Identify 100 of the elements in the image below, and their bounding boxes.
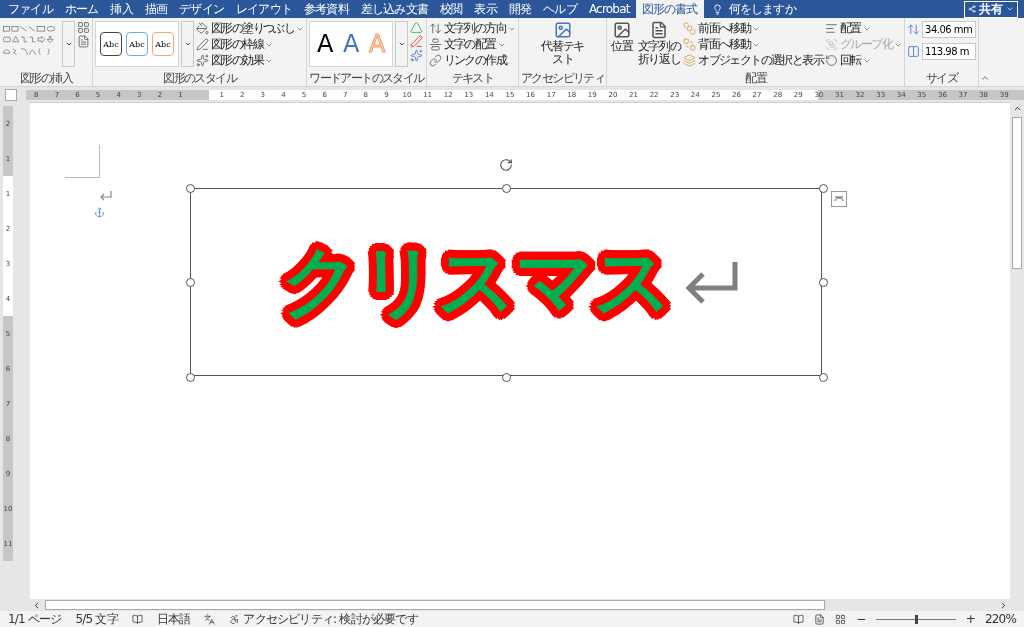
wordart-text: クリスマス [280, 234, 672, 328]
ribbon-tab[interactable]: 表示 [468, 0, 503, 18]
zoom-level[interactable]: 220% [984, 612, 1016, 626]
resize-handle[interactable] [819, 373, 828, 382]
ribbon-tab[interactable]: Acrobat [582, 0, 636, 18]
group-label: ワードアートのスタイル [308, 71, 426, 86]
share-button[interactable]: 共有 [964, 0, 1018, 18]
position-icon [613, 21, 632, 39]
group-label: 図形の挿入 [19, 71, 74, 86]
ribbon-command[interactable]: 背面へ移動 [683, 37, 824, 52]
ribbon-command[interactable]: 配置 [825, 21, 903, 36]
ribbon-command[interactable]: 文字列の方向 [428, 21, 516, 36]
pen-icon [196, 38, 209, 51]
ribbon-command[interactable]: オブジェクトの選択と表示 [683, 53, 824, 68]
share-icon [968, 5, 976, 13]
ribbon-tab[interactable]: レイアウト [230, 0, 299, 18]
group-label: サイズ [924, 71, 959, 86]
ribbon-tab[interactable]: 図形の書式 [635, 0, 704, 18]
ribbon-tab[interactable]: 開発 [502, 0, 538, 18]
group-label: 配置 [744, 71, 768, 86]
ribbon-command[interactable]: 図形の塗りつぶし [196, 21, 305, 36]
collapse-ribbon-icon[interactable] [980, 73, 991, 83]
shape-style-sample[interactable]: Abc [152, 32, 174, 56]
text-effect-icon[interactable] [410, 49, 424, 62]
ribbon-tab[interactable]: ファイル [2, 0, 59, 18]
wrap-text-icon [650, 21, 669, 39]
accessibility-status[interactable]: アクセシビリティ: 検討が必要です [243, 610, 418, 627]
width-field[interactable]: 113.98 m [922, 43, 977, 60]
alt-text-button[interactable]: 代替テキスト [537, 21, 588, 66]
zoom-in-button[interactable]: + [965, 612, 975, 626]
ribbon-command[interactable]: リンクの作成 [428, 53, 516, 68]
ribbon-tab[interactable]: 校閲 [434, 0, 469, 18]
more-icon [183, 40, 192, 48]
tell-me-field[interactable]: 何をしますか [703, 0, 804, 18]
layout-options-icon[interactable] [831, 191, 847, 207]
ribbon-tab[interactable]: デザイン [173, 0, 231, 18]
group-icon [825, 38, 839, 51]
horizontal-scrollbar-thumb[interactable] [45, 600, 825, 610]
zoom-out-button[interactable]: − [856, 612, 866, 626]
link-icon [428, 54, 442, 67]
read-mode-icon[interactable] [793, 613, 805, 625]
wordart-sample[interactable]: A [314, 26, 337, 62]
anchor-icon [94, 207, 105, 218]
print-layout-icon[interactable] [814, 613, 826, 625]
ribbon-big-button[interactable]: 位置 [609, 21, 636, 53]
resize-handle[interactable] [502, 184, 511, 193]
sparkle-icon [196, 54, 209, 67]
rotate-icon [825, 54, 839, 67]
tab-selector[interactable] [5, 88, 17, 101]
text-direction-icon [428, 22, 442, 35]
resize-handle[interactable] [819, 278, 828, 287]
ribbon-tab[interactable]: 参考資料 [298, 0, 355, 18]
rotate-handle[interactable] [499, 158, 513, 172]
vertical-scrollbar-thumb[interactable] [1012, 117, 1022, 269]
wordart-sample[interactable]: A [340, 26, 363, 62]
accessibility-icon [229, 613, 241, 625]
word-count[interactable]: 5/5 文字 [75, 610, 118, 627]
picture-icon [553, 21, 572, 39]
scroll-up-icon[interactable] [1012, 104, 1022, 113]
resize-handle[interactable] [819, 184, 828, 193]
language-status[interactable]: 日本語 [156, 610, 191, 627]
height-icon [907, 23, 921, 36]
resize-handle[interactable] [502, 373, 511, 382]
scroll-left-icon[interactable] [32, 600, 41, 610]
more-icon [64, 40, 73, 48]
ribbon-big-button[interactable]: 文字列の折り返し [637, 21, 682, 66]
scroll-right-icon[interactable] [999, 600, 1008, 610]
text-box-icon[interactable] [77, 35, 90, 48]
ribbon-command[interactable]: 文字の配置 [428, 37, 516, 52]
text-outline-icon[interactable] [410, 35, 424, 48]
paint-bucket-icon [196, 22, 209, 35]
paragraph-mark-icon [685, 260, 739, 304]
ribbon-tab[interactable]: 挿入 [104, 0, 139, 18]
ribbon-tab[interactable]: 差し込み文書 [354, 0, 435, 18]
zoom-slider-thumb[interactable] [914, 614, 918, 624]
align-icon [825, 22, 839, 35]
group-label: 図形のスタイル [162, 71, 238, 86]
caret-icon [1006, 5, 1014, 13]
group-label: テキスト [450, 71, 495, 86]
input-mode-icon[interactable] [204, 613, 216, 625]
shape-style-sample[interactable]: Abc [126, 32, 148, 56]
shape-style-sample[interactable]: Abc [100, 32, 122, 56]
align-icon [428, 38, 442, 51]
resize-handle[interactable] [186, 184, 195, 193]
ribbon-tab[interactable]: ヘルプ [537, 0, 583, 18]
ribbon-command[interactable]: 前面へ移動 [683, 21, 824, 36]
lightbulb-icon [711, 3, 723, 15]
resize-handle[interactable] [186, 373, 195, 382]
group-label: アクセシビリティ [520, 71, 606, 86]
height-field[interactable]: 34.06 mm [922, 21, 977, 38]
ribbon-tab[interactable]: ホーム [58, 0, 105, 18]
paragraph-mark-icon [99, 191, 112, 201]
ribbon-command[interactable]: 図形の枠線 [196, 37, 305, 52]
ribbon-tab[interactable]: 描画 [138, 0, 174, 18]
page-count[interactable]: 1/1 ページ [8, 610, 62, 627]
resize-handle[interactable] [186, 278, 195, 287]
width-icon [907, 45, 921, 58]
proofing-icon[interactable] [131, 613, 143, 625]
ribbon-command[interactable]: 回転 [825, 53, 903, 68]
ribbon-command[interactable]: 図形の効果 [196, 53, 305, 68]
